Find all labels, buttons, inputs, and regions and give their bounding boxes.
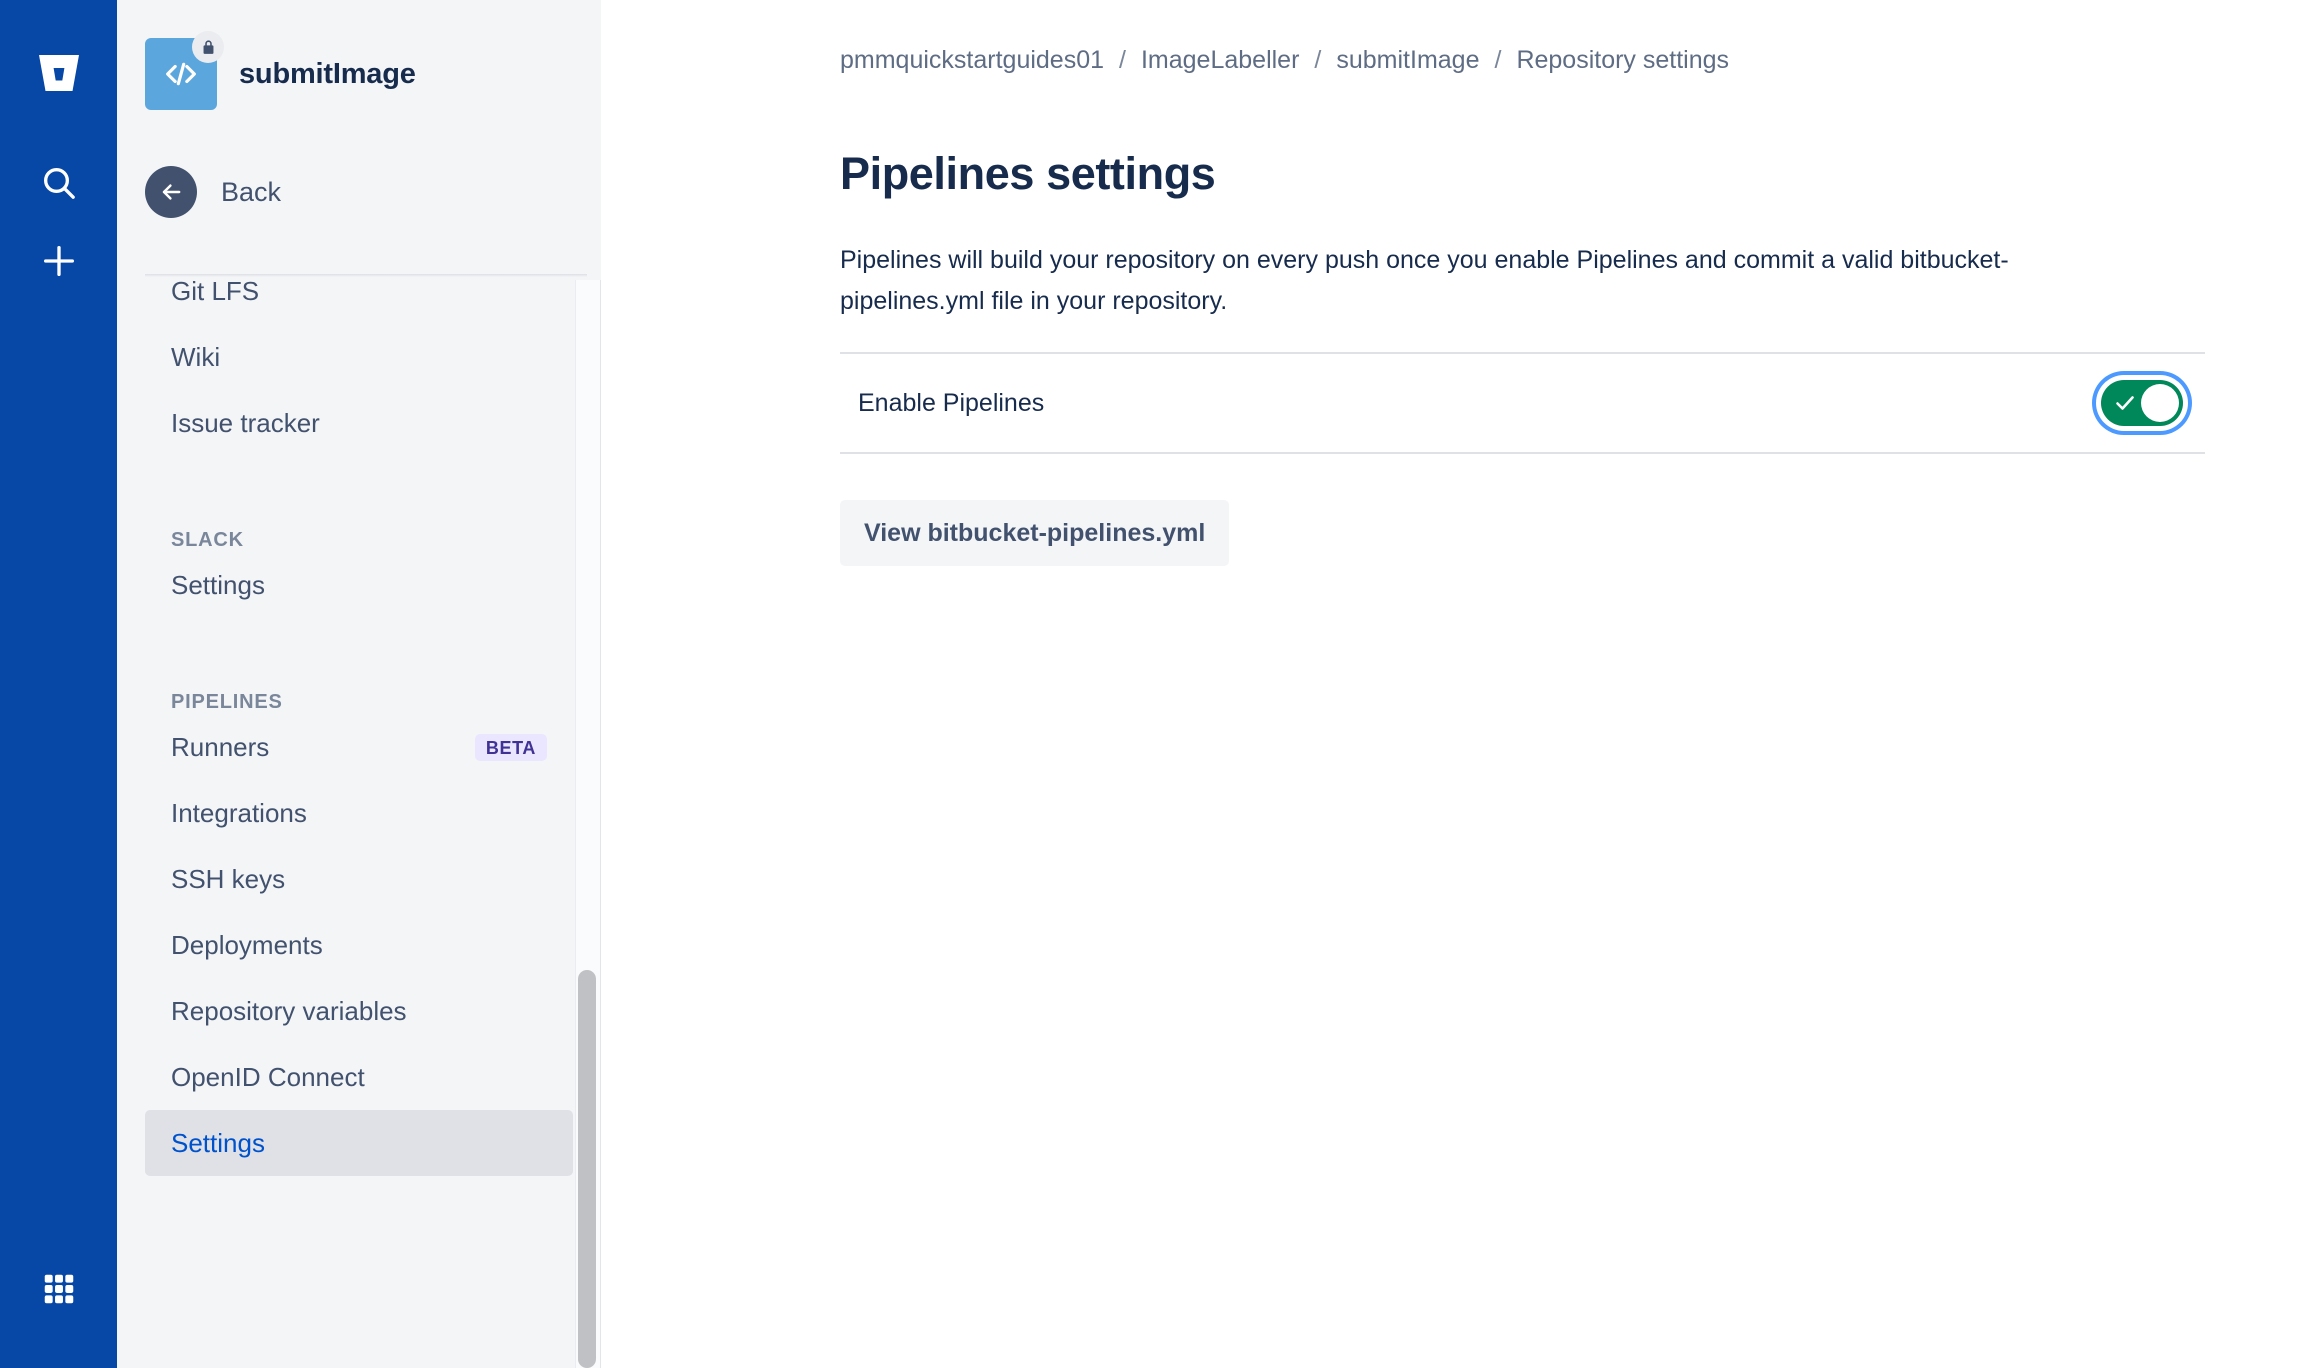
plus-icon[interactable] xyxy=(22,224,96,298)
back-button[interactable]: Back xyxy=(145,166,281,218)
breadcrumb-separator: / xyxy=(1314,46,1322,74)
breadcrumb-item-4: Repository settings xyxy=(1516,46,1730,74)
breadcrumb-item-3[interactable]: submitImage xyxy=(1336,46,1479,75)
sidebar-item-issue-tracker[interactable]: Issue tracker xyxy=(145,390,573,456)
sidebar-item-wiki[interactable]: Wiki xyxy=(145,324,573,390)
avatar xyxy=(145,31,224,110)
sidebar-item-settings[interactable]: Settings xyxy=(145,552,573,618)
sidebar-item-label: Integrations xyxy=(171,797,307,828)
breadcrumb-item-2[interactable]: ImageLabeller xyxy=(1141,46,1299,75)
bitbucket-repository-settings-page: Git LFS Wiki Issue tracker SLACK Settings PIP… xyxy=(0,0,2302,1368)
page-title: Pipelines settings xyxy=(840,148,1216,199)
sidebar-item-label: Settings xyxy=(171,1127,265,1158)
enable-pipelines-toggle[interactable] xyxy=(2101,380,2183,426)
sidebar-item-label: Settings xyxy=(171,569,265,600)
toggle-knob xyxy=(2141,384,2179,422)
back-button-label: Back xyxy=(221,176,282,207)
page-description: Pipelines will build your repository on … xyxy=(840,246,2009,315)
sidebar-item-label: Runners xyxy=(171,731,270,762)
repository-header[interactable]: submitImage xyxy=(145,31,416,110)
repository-name: submitImage xyxy=(239,57,416,90)
status-badge: BETA xyxy=(474,733,547,761)
app-switcher-grid-icon[interactable] xyxy=(22,1252,96,1326)
sidebar-item-label: Wiki xyxy=(171,341,221,372)
sidebar-item-ssh-keys[interactable]: SSH keys xyxy=(145,846,573,912)
sidebar-item-deployments[interactable]: Deployments xyxy=(145,912,573,978)
sidebar-item-openid-connect[interactable]: OpenID Connect xyxy=(145,1044,573,1110)
enable-pipelines-label: Enable Pipelines xyxy=(858,388,1045,417)
breadcrumb-separator: / xyxy=(1119,46,1126,74)
sidebar-item-label: OpenID Connect xyxy=(171,1061,365,1092)
sidebar-item-label: Repository variables xyxy=(171,995,407,1026)
arrow-left-icon xyxy=(145,166,197,218)
sidebar-item-label: Git LFS xyxy=(171,275,260,306)
breadcrumb: pmmquickstartguides01 / ImageLabeller / subm… xyxy=(840,46,1729,75)
nav-section-slack: SLACK xyxy=(171,529,244,551)
sidebar-header: submitImage Back xyxy=(117,0,601,277)
view-bitbucket-pipelines-yml-button[interactable]: View bitbucket-pipelines.yml xyxy=(840,500,1230,566)
sidebar-item-label: Issue tracker xyxy=(171,407,320,438)
search-icon[interactable] xyxy=(22,146,96,220)
sidebar-item-settings[interactable]: Settings xyxy=(145,1110,573,1176)
lock-icon xyxy=(192,31,224,63)
nav-section-pipelines: PIPELINES xyxy=(171,691,283,713)
sidebar-item-label: SSH keys xyxy=(171,863,286,894)
sidebar-scrollbar-thumb[interactable] xyxy=(578,970,596,1368)
bitbucket-logo-icon[interactable] xyxy=(22,36,96,110)
global-navigation-rail xyxy=(0,0,117,1368)
sidebar-item-repository-variables[interactable]: Repository variables xyxy=(145,978,573,1044)
breadcrumb-separator: / xyxy=(1494,46,1502,74)
sidebar-item-runners[interactable]: Runners BETA xyxy=(145,714,573,780)
repository-sidebar: Git LFS Wiki Issue tracker SLACK Settings PIP… xyxy=(117,0,601,1368)
enable-pipelines-row: Enable Pipelines xyxy=(840,352,2205,454)
sidebar-item-label: Deployments xyxy=(171,929,323,960)
main-content: pmmquickstartguides01 / ImageLabeller / subm… xyxy=(601,0,2302,1368)
checkmark-icon xyxy=(2113,391,2137,415)
breadcrumb-item-1[interactable]: pmmquickstartguides01 xyxy=(840,46,1104,75)
sidebar-item-integrations[interactable]: Integrations xyxy=(145,780,573,846)
